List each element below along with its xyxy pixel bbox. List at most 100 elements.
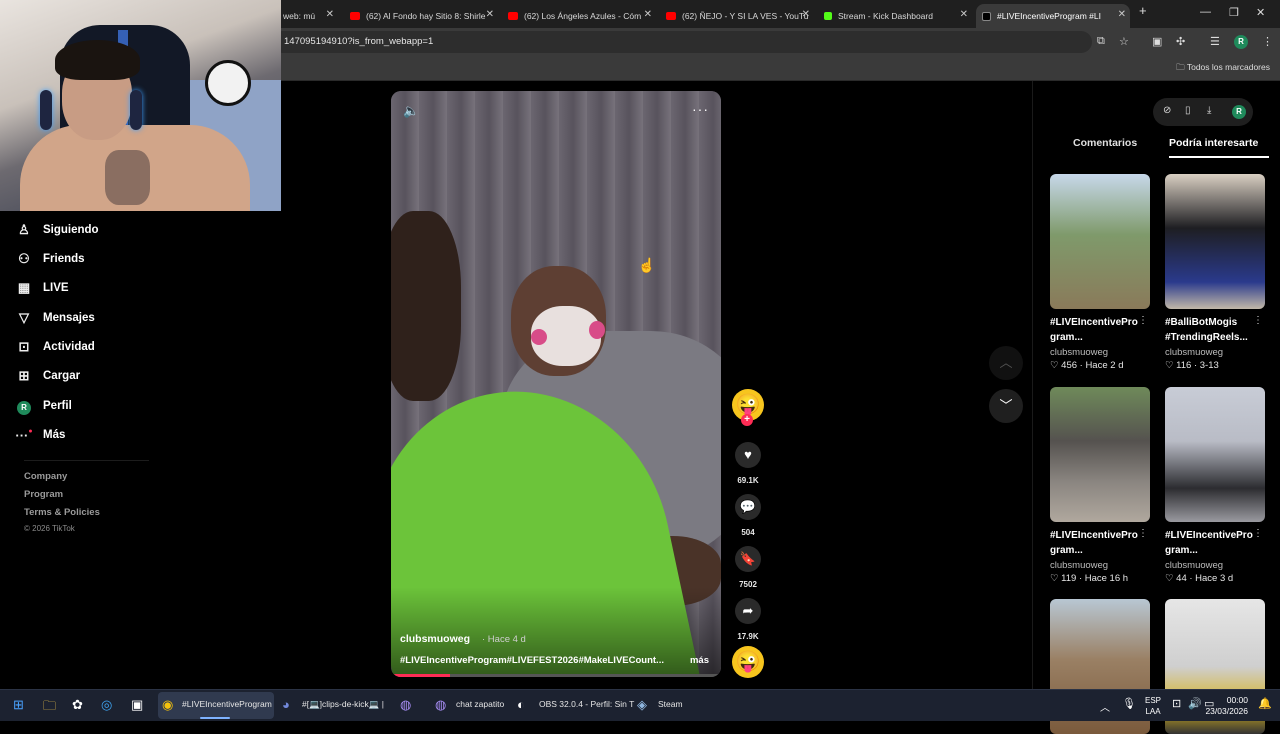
discord-icon[interactable]: ◕ bbox=[282, 697, 290, 712]
taskbar-app-label[interactable]: #[💻]clips-de-kick💻 | bbox=[302, 699, 384, 710]
edge-icon[interactable]: ◎ bbox=[101, 697, 112, 713]
volume-icon[interactable]: 🔈 bbox=[403, 103, 419, 119]
file-explorer-icon[interactable]: 🗀 bbox=[43, 697, 56, 719]
restore-icon[interactable]: ❐ bbox=[1229, 6, 1239, 19]
download-icon[interactable]: ⤓ bbox=[1207, 105, 1211, 116]
like-button[interactable]: ♥ bbox=[735, 442, 761, 468]
next-video-button[interactable]: ﹀ bbox=[989, 389, 1023, 423]
card-menu-icon[interactable]: ⋮ bbox=[1253, 528, 1263, 539]
windows-start-icon[interactable]: ⊞ bbox=[13, 697, 24, 713]
suggested-video-card[interactable]: #LIVEIncentivePro gram... ⋮ clubsmuoweg … bbox=[1050, 174, 1150, 371]
app-icon[interactable]: ◍ bbox=[435, 697, 446, 713]
reading-list-icon[interactable]: ☰ bbox=[1210, 35, 1220, 48]
phone-icon[interactable]: ▯ bbox=[1185, 105, 1191, 116]
card-author[interactable]: clubsmuoweg bbox=[1050, 347, 1150, 358]
close-icon[interactable]: ✕ bbox=[326, 9, 334, 20]
browser-tab[interactable]: (62) Los Ángeles Azules - Cóm ✕ bbox=[508, 4, 656, 28]
sidebar-item-friends[interactable]: ⚇ Friends bbox=[14, 249, 84, 269]
browser-tab-active[interactable]: #LIVEIncentiveProgram #LI ✕ bbox=[976, 4, 1130, 28]
close-icon[interactable]: ✕ bbox=[486, 9, 494, 20]
close-icon[interactable]: ✕ bbox=[644, 9, 652, 20]
sidebar-item-actividad[interactable]: ⊡ Actividad bbox=[14, 337, 95, 357]
compass-icon[interactable]: ⊘ bbox=[1163, 105, 1171, 116]
taskbar-app-label[interactable]: chat zapatito bbox=[456, 699, 504, 709]
minimize-icon[interactable]: — bbox=[1200, 6, 1211, 18]
suggested-video-card[interactable]: #LIVEIncentivePro gram... ⋮ clubsmuoweg … bbox=[1050, 387, 1150, 584]
close-icon[interactable]: ✕ bbox=[960, 9, 968, 20]
speaker-icon[interactable]: 🔊 bbox=[1188, 697, 1202, 710]
music-disc-icon[interactable]: 😜 bbox=[732, 646, 764, 678]
browser-tab[interactable]: (62) ÑEJO - Y SI LA VES - YouTu ✕ bbox=[666, 4, 814, 28]
suggested-video-card[interactable]: #BalliBotMogis #TrendingReels... ⋮ clubs… bbox=[1165, 174, 1265, 371]
sidebar-item-cargar[interactable]: ⊞ Cargar bbox=[14, 366, 81, 386]
comment-button[interactable]: 💬 bbox=[735, 494, 761, 520]
card-author[interactable]: clubsmuoweg bbox=[1165, 347, 1265, 358]
obs-icon[interactable]: ◐ bbox=[517, 697, 525, 712]
copilot-icon[interactable]: ✿ bbox=[72, 697, 83, 713]
microphone-icon[interactable]: 🎙 bbox=[1122, 697, 1136, 710]
menu-kebab-icon[interactable]: ⋮ bbox=[1262, 35, 1273, 48]
notification-bell-icon[interactable]: 🔔 bbox=[1258, 697, 1272, 710]
new-tab-button[interactable]: + bbox=[1139, 3, 1147, 18]
video-author[interactable]: clubsmuoweg bbox=[400, 633, 470, 645]
card-title[interactable]: #LIVEIncentivePro gram... bbox=[1165, 528, 1257, 558]
taskbar-app-label[interactable]: OBS 32.0.4 - Perfil: Sin T bbox=[539, 699, 634, 709]
tab-comentarios[interactable]: Comentarios bbox=[1073, 137, 1137, 149]
chevron-up-icon[interactable]: ︿ bbox=[1100, 699, 1110, 714]
card-title[interactable]: #LIVEIncentivePro gram... bbox=[1050, 315, 1142, 345]
taskbar-app-label[interactable]: #LIVEIncentiveProgram bbox=[182, 699, 272, 709]
video-caption[interactable]: #LIVEIncentiveProgram#LIVEFEST2026#MakeL… bbox=[400, 655, 665, 666]
video-thumbnail[interactable] bbox=[1165, 387, 1265, 522]
sidebar-item-mensajes[interactable]: ▽ Mensajes bbox=[14, 308, 95, 328]
caption-more-button[interactable]: más bbox=[690, 655, 709, 666]
share-button[interactable]: ➦ bbox=[735, 598, 761, 624]
bookmark-star-icon[interactable]: ☆ bbox=[1119, 35, 1129, 48]
previous-video-button[interactable]: ︿ bbox=[989, 346, 1023, 380]
sidebar-item-perfil[interactable]: R Perfil bbox=[14, 396, 72, 416]
video-thumbnail[interactable] bbox=[1050, 174, 1150, 309]
video-thumbnail[interactable] bbox=[1165, 174, 1265, 309]
all-bookmarks-folder[interactable]: 🗀 Todos los marcadores bbox=[1176, 62, 1270, 76]
sidebar-item-mas[interactable]: ···● Más bbox=[14, 425, 65, 445]
save-button[interactable]: 🔖 bbox=[735, 546, 761, 572]
suggested-video-card[interactable]: #LIVEIncentivePro gram... ⋮ clubsmuoweg … bbox=[1165, 387, 1265, 584]
video-progress-bar[interactable] bbox=[391, 674, 721, 677]
card-menu-icon[interactable]: ⋮ bbox=[1138, 315, 1148, 326]
card-author[interactable]: clubsmuoweg bbox=[1165, 560, 1265, 571]
video-player[interactable]: 🔈 ··· clubsmuoweg · Hace 4 d #LIVEIncent… bbox=[391, 91, 721, 677]
app-icon[interactable]: ◍ bbox=[400, 697, 411, 713]
chrome-icon[interactable]: ◉ bbox=[162, 697, 173, 713]
footer-link-program[interactable]: Program bbox=[24, 489, 63, 500]
extensions-icon[interactable]: ✣ bbox=[1176, 35, 1185, 48]
input-language[interactable]: ESP LAA bbox=[1145, 695, 1161, 717]
profile-avatar[interactable]: R bbox=[1232, 105, 1246, 119]
follow-plus-icon[interactable]: + bbox=[741, 414, 753, 426]
media-icon[interactable]: ▣ bbox=[1152, 35, 1162, 48]
footer-link-terms[interactable]: Terms & Policies bbox=[24, 507, 100, 518]
card-menu-icon[interactable]: ⋮ bbox=[1138, 528, 1148, 539]
sidebar-item-live[interactable]: ▦ LIVE bbox=[14, 278, 69, 298]
close-icon[interactable]: ✕ bbox=[1118, 9, 1126, 20]
steam-icon[interactable]: ◈ bbox=[637, 697, 647, 713]
close-icon[interactable]: ✕ bbox=[802, 9, 810, 20]
system-clock[interactable]: 00:00 23/03/2026 bbox=[1205, 695, 1248, 717]
profile-avatar[interactable]: R bbox=[1234, 35, 1248, 49]
footer-link-company[interactable]: Company bbox=[24, 471, 67, 482]
card-title[interactable]: #LIVEIncentivePro gram... bbox=[1050, 528, 1142, 558]
address-bar[interactable]: 147095194910?is_from_webapp=1 bbox=[272, 31, 1092, 53]
sidebar-item-siguiendo[interactable]: ♙ Siguiendo bbox=[14, 220, 98, 240]
store-icon[interactable]: ▣ bbox=[131, 697, 143, 713]
network-icon[interactable]: ⊡ bbox=[1172, 697, 1181, 710]
card-menu-icon[interactable]: ⋮ bbox=[1253, 315, 1263, 326]
video-thumbnail[interactable] bbox=[1050, 387, 1150, 522]
install-icon[interactable]: ⧉ bbox=[1097, 35, 1105, 48]
more-options-icon[interactable]: ··· bbox=[692, 101, 709, 117]
browser-tab[interactable]: web: mú ✕ bbox=[283, 4, 338, 28]
card-title[interactable]: #BalliBotMogis #TrendingReels... bbox=[1165, 315, 1257, 345]
taskbar-app-label[interactable]: Steam bbox=[658, 699, 683, 709]
browser-tab[interactable]: (62) Al Fondo hay Sitio 8: Shirle ✕ bbox=[350, 4, 498, 28]
browser-tab[interactable]: Stream - Kick Dashboard ✕ bbox=[824, 4, 972, 28]
close-window-icon[interactable]: ✕ bbox=[1256, 6, 1265, 19]
card-author[interactable]: clubsmuoweg bbox=[1050, 560, 1150, 571]
tab-podria-interesarte[interactable]: Podría interesarte bbox=[1169, 137, 1258, 149]
